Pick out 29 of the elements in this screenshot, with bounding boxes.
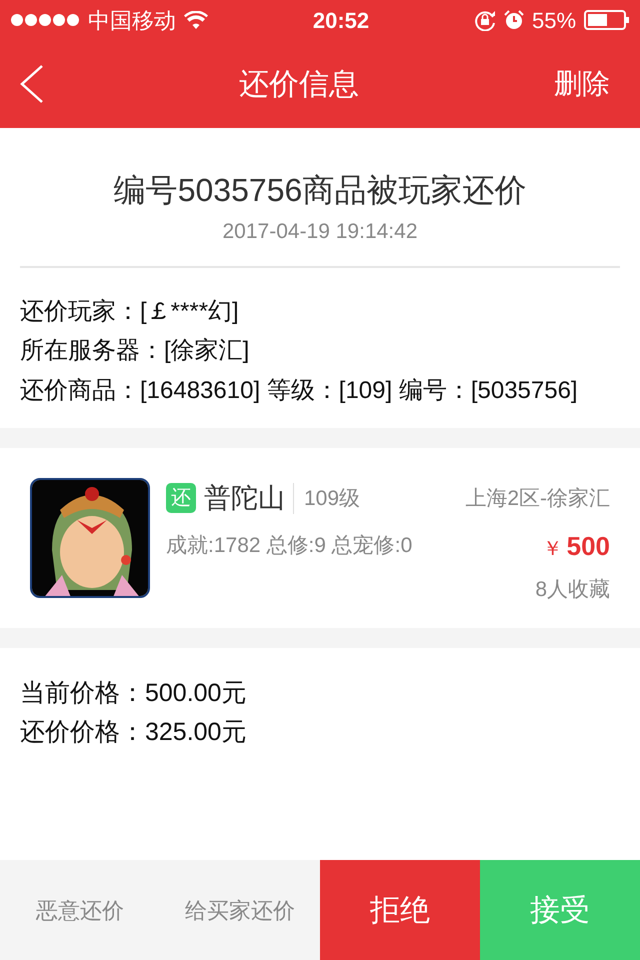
price-line: 当前价格：500.00元 (20, 678, 248, 709)
action-button[interactable]: 恶意还价 (0, 860, 160, 960)
delete-button[interactable]: 删除 (554, 63, 610, 105)
battery-icon (584, 10, 630, 30)
item-level: 109级 (293, 482, 360, 514)
price-line: 还价价格：325.00元 (20, 717, 248, 748)
signal-icon (10, 13, 80, 27)
carrier-name: 中国移动 (88, 6, 176, 34)
info-line: 所在服务器：[徐家汇] (20, 336, 250, 366)
status-time: 20:52 (312, 6, 370, 34)
alarm-icon (504, 10, 524, 30)
item-stats: 成就:1782 总修:9 总宠修:0 (166, 533, 412, 560)
action-button[interactable]: 给买家还价 (160, 860, 320, 960)
accept-button[interactable]: 接受 (480, 860, 640, 960)
wifi-icon (184, 11, 208, 29)
page-title: 还价信息 (239, 66, 359, 102)
item-name: 普陀山 (204, 482, 285, 515)
battery-percent: 55% (532, 6, 576, 34)
info-line: 还价玩家：[￡****幻] (20, 296, 240, 326)
notice-title: 编号5035756商品被玩家还价 (112, 171, 528, 210)
info-line: 还价商品：[16483610] 等级：[109] 编号：[5035756] (20, 376, 579, 406)
reject-button[interactable]: 拒绝 (320, 860, 480, 960)
notice-date: 2017-04-19 19:14:42 (222, 219, 418, 245)
item-server: 上海2区-徐家汇 (465, 486, 610, 512)
rotation-lock-icon (474, 9, 496, 31)
favorite-count: 8人收藏 (535, 576, 610, 602)
counteroffer-tag: 还 (166, 483, 196, 514)
back-button[interactable] (18, 64, 44, 104)
item-price: ￥500 (542, 530, 610, 562)
